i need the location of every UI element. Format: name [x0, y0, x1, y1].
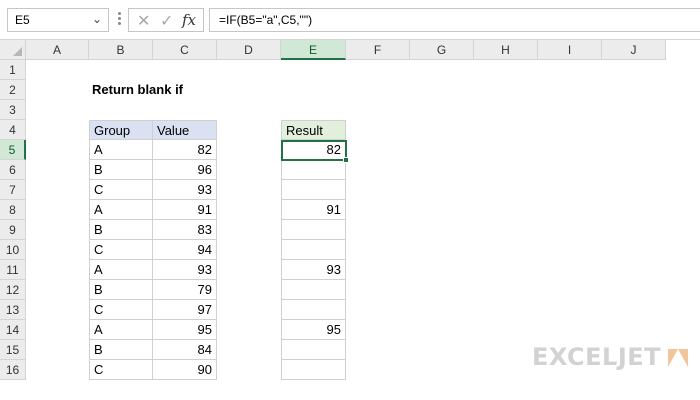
result-cell[interactable] — [281, 300, 346, 320]
row-header-14[interactable]: 14 — [0, 320, 26, 340]
row-header-16[interactable]: 16 — [0, 360, 26, 380]
name-box-value: E5 — [15, 13, 30, 27]
result-cell[interactable]: 95 — [281, 320, 346, 340]
result-cell[interactable]: 93 — [281, 260, 346, 280]
group-cell[interactable]: C — [89, 180, 153, 200]
value-cell[interactable]: 79 — [153, 280, 217, 300]
value-cell[interactable]: 94 — [153, 240, 217, 260]
result-cell[interactable] — [281, 240, 346, 260]
group-cell[interactable]: B — [89, 160, 153, 180]
group-cell[interactable]: A — [89, 200, 153, 220]
formula-bar: E5 ⌄ ✕ ✓ fx =IF(B5="a",C5,"") — [0, 0, 700, 40]
insert-function-icon[interactable]: fx — [182, 11, 196, 29]
value-cell[interactable]: 82 — [153, 140, 217, 160]
formula-input[interactable]: =IF(B5="a",C5,"") — [209, 8, 700, 32]
result-cell[interactable] — [281, 220, 346, 240]
group-cell[interactable]: A — [89, 320, 153, 340]
row-header-6[interactable]: 6 — [0, 160, 26, 180]
group-cell[interactable]: C — [89, 300, 153, 320]
column-header-i[interactable]: I — [538, 40, 602, 60]
row-header-1[interactable]: 1 — [0, 60, 26, 80]
value-cell[interactable]: 84 — [153, 340, 217, 360]
column-header-d[interactable]: D — [217, 40, 281, 60]
result-cell[interactable] — [281, 160, 346, 180]
formula-actions: ✕ ✓ fx — [128, 8, 204, 32]
result-cell[interactable] — [281, 180, 346, 200]
result-cell[interactable]: 91 — [281, 200, 346, 220]
value-cell[interactable]: 93 — [153, 260, 217, 280]
sheet-title[interactable]: Return blank if — [92, 80, 183, 100]
value-cell[interactable]: 96 — [153, 160, 217, 180]
row-header-10[interactable]: 10 — [0, 240, 26, 260]
group-cell[interactable]: A — [89, 260, 153, 280]
value-cell[interactable]: 97 — [153, 300, 217, 320]
column-header-g[interactable]: G — [410, 40, 474, 60]
more-options-icon[interactable] — [116, 10, 122, 30]
row-header-8[interactable]: 8 — [0, 200, 26, 220]
group-cell[interactable]: B — [89, 340, 153, 360]
exceljet-logo: EXCELJET — [532, 343, 692, 373]
column-header-b[interactable]: B — [89, 40, 153, 60]
row-header-12[interactable]: 12 — [0, 280, 26, 300]
column-header-c[interactable]: C — [153, 40, 217, 60]
group-cell[interactable]: C — [89, 360, 153, 380]
fill-handle[interactable] — [343, 157, 349, 163]
value-cell[interactable]: 95 — [153, 320, 217, 340]
result-cell[interactable]: 82 — [281, 140, 346, 160]
row-header-7[interactable]: 7 — [0, 180, 26, 200]
formula-text: =IF(B5="a",C5,"") — [219, 13, 313, 27]
row-header-4[interactable]: 4 — [0, 120, 26, 140]
logo-mark-icon — [668, 349, 688, 367]
cancel-icon[interactable]: ✕ — [137, 11, 150, 31]
row-header-9[interactable]: 9 — [0, 220, 26, 240]
name-box[interactable]: E5 ⌄ — [7, 8, 109, 32]
row-header-3[interactable]: 3 — [0, 100, 26, 120]
row-header-13[interactable]: 13 — [0, 300, 26, 320]
row-header-2[interactable]: 2 — [0, 80, 26, 100]
logo-text: EXCELJET — [532, 343, 662, 371]
select-all-button[interactable] — [0, 40, 26, 60]
group-cell[interactable]: C — [89, 240, 153, 260]
result-cell[interactable] — [281, 360, 346, 380]
column-header-a[interactable]: A — [26, 40, 89, 60]
column-header-j[interactable]: J — [602, 40, 666, 60]
value-cell[interactable]: 83 — [153, 220, 217, 240]
row-header-11[interactable]: 11 — [0, 260, 26, 280]
group-cell[interactable]: B — [89, 220, 153, 240]
value-cell[interactable]: 93 — [153, 180, 217, 200]
value-cell[interactable]: 90 — [153, 360, 217, 380]
result-header[interactable]: Result — [281, 120, 346, 140]
row-header-5[interactable]: 5 — [0, 140, 26, 160]
chevron-down-icon[interactable]: ⌄ — [92, 12, 102, 26]
column-header-f[interactable]: F — [346, 40, 410, 60]
column-header-h[interactable]: H — [474, 40, 538, 60]
group-cell[interactable]: A — [89, 140, 153, 160]
row-header-15[interactable]: 15 — [0, 340, 26, 360]
table-header-group[interactable]: Group — [89, 120, 153, 140]
column-header-e[interactable]: E — [281, 40, 346, 60]
enter-icon[interactable]: ✓ — [160, 11, 173, 31]
result-cell[interactable] — [281, 280, 346, 300]
result-cell[interactable] — [281, 340, 346, 360]
table-header-value[interactable]: Value — [153, 120, 217, 140]
value-cell[interactable]: 91 — [153, 200, 217, 220]
group-cell[interactable]: B — [89, 280, 153, 300]
